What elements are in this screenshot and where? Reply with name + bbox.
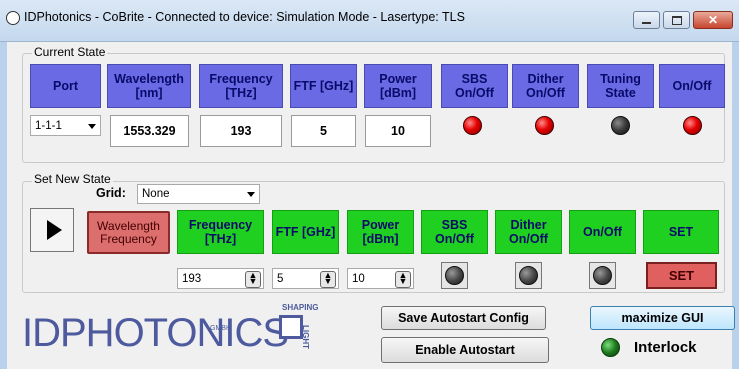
maximize-icon xyxy=(671,15,682,25)
logo-mark-icon xyxy=(279,315,303,339)
logo-shaping: SHAPING xyxy=(282,303,319,312)
logo-text: IDPHOTONICS xyxy=(22,311,289,355)
new-set-header: SET xyxy=(643,210,719,254)
onoff-toggle-led xyxy=(593,266,612,285)
onoff-status-led xyxy=(683,116,702,135)
wavelength-value: 1553.329 xyxy=(110,115,189,147)
grid-select-value: None xyxy=(142,188,170,200)
power-header: Power [dBm] xyxy=(364,64,432,108)
logo-light: LIGHT xyxy=(301,325,310,349)
new-frequency-header: Frequency [THz] xyxy=(177,210,264,254)
play-button[interactable] xyxy=(30,208,74,252)
save-autostart-config-button[interactable]: Save Autostart Config xyxy=(381,306,546,330)
power-value: 10 xyxy=(365,115,431,147)
company-logo: IDPHOTONICS GMBH SHAPING LIGHT xyxy=(22,303,322,355)
logo-gmbh: GMBH xyxy=(210,325,231,332)
frequency-header: Frequency [THz] xyxy=(199,64,283,108)
sbs-toggle-led xyxy=(445,266,464,285)
frequency-input[interactable]: 193 ▲ ▼ xyxy=(177,268,264,289)
spin-up-down-icon[interactable]: ▲ ▼ xyxy=(320,271,336,288)
ftf-value: 5 xyxy=(291,115,356,147)
ftf-input-value: 5 xyxy=(277,272,284,285)
grid-select[interactable]: None xyxy=(137,184,260,204)
wavelength-frequency-toggle-button[interactable]: Wavelength Frequency xyxy=(87,211,170,254)
sbs-status-led xyxy=(463,116,482,135)
set-button[interactable]: SET xyxy=(646,262,717,289)
set-new-state-label: Set New State xyxy=(32,172,113,186)
power-input[interactable]: 10 ▲ ▼ xyxy=(347,268,414,289)
chevron-down-icon xyxy=(247,192,255,197)
dither-status-led xyxy=(535,116,554,135)
new-power-header: Power [dBm] xyxy=(347,210,414,254)
minimize-icon xyxy=(642,22,651,24)
sbs-toggle-button[interactable] xyxy=(441,262,468,289)
spin-up-down-icon[interactable]: ▲ ▼ xyxy=(395,271,411,288)
tuning-header: Tuning State xyxy=(587,64,654,108)
dither-header: Dither On/Off xyxy=(512,64,579,108)
maximize-button[interactable] xyxy=(663,11,690,29)
dither-toggle-led xyxy=(519,266,538,285)
chevron-down-icon xyxy=(88,123,96,129)
port-header: Port xyxy=(30,64,101,108)
wavelength-header: Wavelength [nm] xyxy=(107,64,191,108)
grid-label: Grid: xyxy=(96,186,126,200)
sbs-header: SBS On/Off xyxy=(441,64,508,108)
new-dither-header: Dither On/Off xyxy=(495,210,562,254)
port-select-value: 1-1-1 xyxy=(35,119,62,132)
minimize-button[interactable] xyxy=(633,11,660,29)
enable-autostart-button[interactable]: Enable Autostart xyxy=(381,337,549,363)
title-bar: IDPhotonics - CoBrite - Connected to dev… xyxy=(0,0,739,42)
interlock-label: Interlock xyxy=(634,339,697,356)
close-button[interactable]: ✕ xyxy=(693,11,733,29)
new-sbs-header: SBS On/Off xyxy=(421,210,488,254)
tuning-status-led xyxy=(611,116,630,135)
frequency-value: 193 xyxy=(200,115,282,147)
ftf-header: FTF [GHz] xyxy=(290,64,357,108)
app-icon xyxy=(6,11,20,25)
spin-up-down-icon[interactable]: ▲ ▼ xyxy=(245,271,261,288)
power-input-value: 10 xyxy=(352,272,365,285)
current-state-label: Current State xyxy=(32,45,108,59)
window-title: IDPhotonics - CoBrite - Connected to dev… xyxy=(24,10,465,24)
port-select[interactable]: 1-1-1 xyxy=(30,115,101,136)
dither-toggle-button[interactable] xyxy=(515,262,542,289)
onoff-header: On/Off xyxy=(659,64,725,108)
maximize-gui-button[interactable]: maximize GUI xyxy=(590,306,735,330)
interlock-led xyxy=(601,338,620,357)
play-icon xyxy=(46,220,62,240)
ftf-input[interactable]: 5 ▲ ▼ xyxy=(272,268,339,289)
close-icon: ✕ xyxy=(707,13,719,27)
new-onoff-header: On/Off xyxy=(569,210,636,254)
new-ftf-header: FTF [GHz] xyxy=(272,210,339,254)
onoff-toggle-button[interactable] xyxy=(589,262,616,289)
frequency-input-value: 193 xyxy=(182,272,202,285)
